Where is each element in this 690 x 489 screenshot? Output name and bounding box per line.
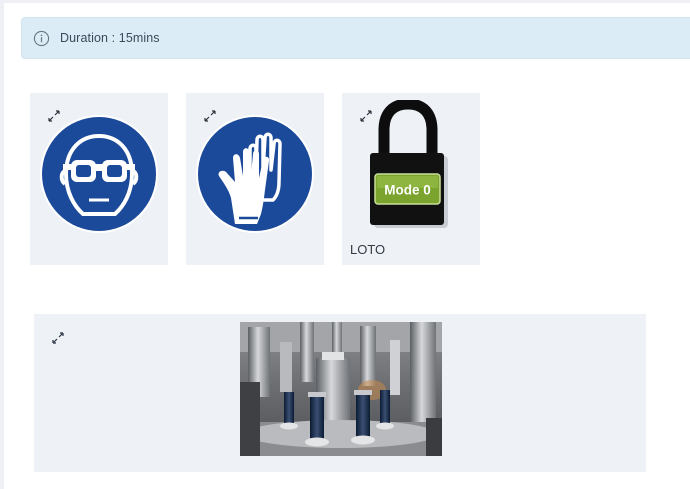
ppe-card-gloves[interactable] (186, 93, 324, 265)
card-caption: LOTO (350, 242, 386, 257)
ppe-card-goggles[interactable] (30, 93, 168, 265)
protective-gloves-icon (196, 115, 314, 233)
left-edge (0, 0, 4, 489)
info-icon (33, 30, 50, 46)
padlock-icon: Mode 0 (370, 100, 448, 228)
duration-banner: Duration : 15mins (21, 17, 690, 59)
media-card[interactable] (34, 314, 646, 472)
machine-photo (240, 322, 442, 456)
safety-goggles-icon (40, 115, 158, 233)
expand-icon[interactable] (51, 331, 65, 345)
lock-label: Mode 0 (384, 183, 431, 198)
page: Duration : 15mins Mode 0 LOTO (0, 0, 690, 489)
ppe-card-loto[interactable]: Mode 0 LOTO (342, 93, 480, 265)
top-edge (0, 0, 690, 3)
duration-text: Duration : 15mins (60, 31, 160, 45)
